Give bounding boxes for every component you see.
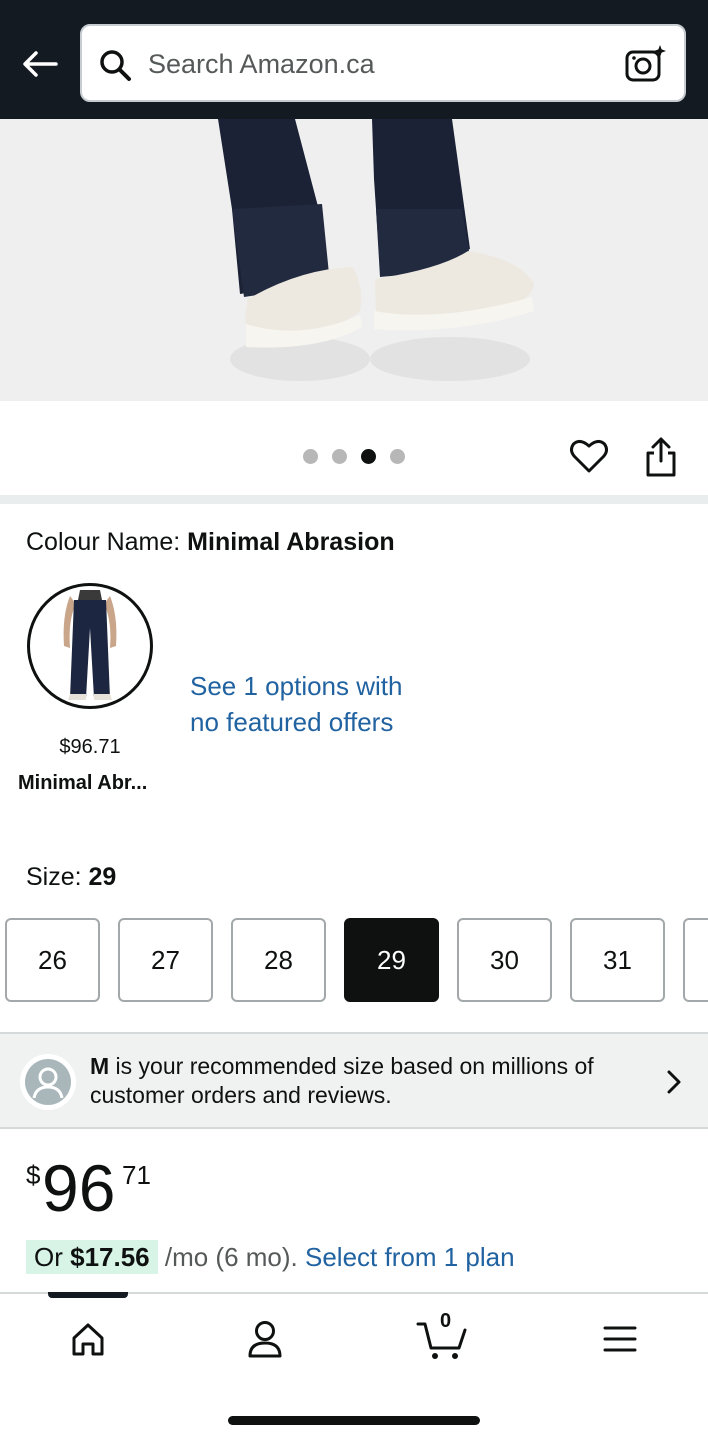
size-option[interactable]: 30 [457,918,552,1002]
top-header [0,0,708,119]
recommendation-text: M is your recommended size based on mill… [90,1052,650,1110]
size-label: Size: 29 [26,863,116,892]
chevron-right-icon [667,1070,681,1094]
size-option[interactable]: 27 [118,918,213,1002]
see-options-link[interactable]: See 1 options with no featured offers [190,668,490,740]
nav-active-indicator [48,1292,128,1298]
carousel-dots[interactable] [303,449,405,464]
monthly-prefix: Or [34,1242,71,1272]
search-input[interactable] [148,40,608,88]
jeans-thumbnail [63,590,117,700]
carousel-dot[interactable] [332,449,347,464]
size-value: 29 [88,863,117,891]
colour-value: Minimal Abrasion [187,528,395,556]
carousel-dot-active[interactable] [361,449,376,464]
menu-icon [603,1326,637,1352]
section-divider [0,495,708,504]
cart-count: 0 [440,1310,452,1332]
size-option[interactable]: 26 [5,918,100,1002]
recommendation-message: is your recommended size based on millio… [90,1053,594,1108]
search-icon [100,50,131,81]
size-recommendation[interactable]: M is your recommended size based on mill… [0,1032,708,1129]
colour-label-text: Colour Name: [26,528,188,556]
price-whole: 96 [42,1151,116,1225]
carousel-dot[interactable] [303,449,318,464]
monthly-suffix: /mo (6 mo). [157,1242,305,1272]
select-plan-link[interactable]: Select from 1 plan [305,1242,515,1272]
product-photo [0,119,708,401]
nav-home[interactable] [48,1314,128,1364]
monthly-payment: Or $17.56 /mo (6 mo). Select from 1 plan [26,1240,515,1274]
monthly-amount: $17.56 [70,1242,150,1272]
heart-icon[interactable] [568,435,610,477]
price-currency: $ [26,1160,41,1190]
nav-account[interactable] [225,1314,305,1364]
price-fraction: 71 [122,1160,151,1190]
account-icon [248,1321,282,1358]
see-options-line1: See 1 options with [190,671,403,701]
recommended-size: M [90,1053,110,1079]
nav-menu[interactable] [580,1314,660,1364]
product-image[interactable] [0,119,708,401]
avatar-icon [20,1054,76,1110]
monthly-badge: Or $17.56 [26,1240,158,1274]
nav-cart[interactable]: 0 [402,1310,482,1364]
size-option-partial[interactable] [683,918,708,1002]
camera-sparkle-icon[interactable] [624,44,668,84]
share-icon[interactable] [640,435,682,479]
arrow-left-icon [23,51,58,77]
size-option[interactable]: 31 [570,918,665,1002]
home-icon [72,1323,104,1356]
carousel-dot[interactable] [390,449,405,464]
swatch-price: $96.71 [59,736,121,758]
colour-label: Colour Name: Minimal Abrasion [26,528,395,557]
back-button[interactable] [18,44,62,84]
image-controls [0,401,708,495]
home-indicator[interactable] [228,1416,480,1425]
size-options: 26 27 28 29 30 31 [0,918,708,1002]
search-box[interactable] [80,24,686,102]
colour-swatch[interactable] [27,583,153,709]
size-option-selected[interactable]: 29 [344,918,439,1002]
size-label-text: Size: [26,863,89,891]
swatch-name: Minimal Abr... [18,772,148,794]
see-options-line2: no featured offers [190,707,394,737]
size-option[interactable]: 28 [231,918,326,1002]
